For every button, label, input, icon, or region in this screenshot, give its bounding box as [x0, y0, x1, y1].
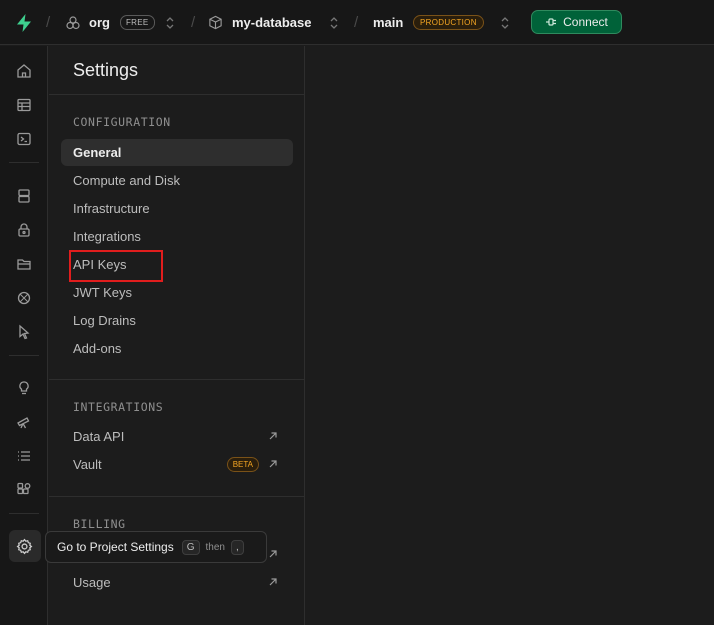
org-switcher-chevron-icon[interactable]	[165, 0, 175, 45]
nav-item-integrations[interactable]: Integrations	[61, 223, 293, 250]
nav-item-jwt-keys[interactable]: JWT Keys	[61, 279, 293, 306]
edge-functions-icon[interactable]	[13, 287, 35, 309]
settings-icon[interactable]	[13, 535, 35, 557]
sql-editor-icon[interactable]	[13, 128, 35, 150]
external-link-icon	[267, 430, 279, 442]
shortcut-key-comma: ,	[230, 539, 244, 555]
realtime-icon[interactable]	[13, 321, 35, 343]
nav-item-add-ons[interactable]: Add-ons	[61, 335, 293, 362]
org-plan-badge: FREE	[120, 15, 155, 30]
connect-button[interactable]: Connect	[531, 10, 622, 34]
top-bar: / org FREE / my-database / main PRODUCTI…	[0, 0, 714, 45]
nav-item-general[interactable]: General	[61, 139, 293, 166]
breadcrumb-separator: /	[191, 14, 196, 31]
table-editor-icon[interactable]	[13, 94, 35, 116]
branch-env-badge: PRODUCTION	[413, 15, 484, 30]
external-link-icon	[267, 576, 279, 588]
home-icon[interactable]	[13, 60, 35, 82]
shortcut-then: then	[205, 541, 225, 553]
left-navigation-rail	[0, 46, 48, 625]
plug-icon	[545, 17, 557, 27]
billing-heading: BILLING	[73, 517, 126, 531]
nav-item-log-drains[interactable]: Log Drains	[61, 307, 293, 334]
auth-icon[interactable]	[13, 219, 35, 241]
branch-name[interactable]: main	[373, 0, 403, 45]
tooltip-text: Go to Project Settings	[57, 540, 174, 554]
nav-item-label: Vault	[73, 457, 102, 472]
shortcut-key-g: G	[181, 539, 200, 555]
nav-item-infrastructure[interactable]: Infrastructure	[61, 195, 293, 222]
nav-item-vault[interactable]: Vault BETA	[61, 451, 293, 478]
nav-item-usage[interactable]: Usage	[61, 569, 293, 596]
org-icon	[65, 0, 81, 45]
nav-item-label: Usage	[73, 575, 111, 590]
nav-item-compute-and-disk[interactable]: Compute and Disk	[61, 167, 293, 194]
project-switcher-chevron-icon[interactable]	[329, 0, 339, 45]
supabase-logo-icon[interactable]	[14, 0, 34, 45]
nav-item-data-api[interactable]: Data API	[61, 423, 293, 450]
page-title: Settings	[73, 60, 139, 80]
project-name[interactable]: my-database	[232, 0, 311, 45]
external-link-icon	[267, 458, 279, 470]
api-keys-highlight-box	[69, 250, 163, 282]
storage-icon[interactable]	[13, 253, 35, 275]
observability-icon[interactable]	[13, 411, 35, 433]
integrations-heading: INTEGRATIONS	[73, 400, 164, 414]
org-name[interactable]: org	[89, 0, 110, 45]
configuration-heading: CONFIGURATION	[73, 115, 171, 129]
breadcrumb-separator: /	[46, 14, 51, 31]
nav-item-label: Data API	[73, 429, 125, 444]
branch-switcher-chevron-icon[interactable]	[500, 0, 510, 45]
project-box-icon	[208, 0, 223, 45]
connect-label: Connect	[563, 15, 608, 29]
settings-tooltip: Go to Project Settings G then ,	[45, 531, 267, 563]
advisors-icon[interactable]	[13, 377, 35, 399]
logs-icon[interactable]	[13, 445, 35, 467]
main-content-area	[306, 46, 714, 625]
integrations-icon[interactable]	[13, 479, 35, 501]
external-link-icon	[267, 548, 279, 560]
breadcrumb-separator: /	[354, 14, 359, 31]
database-icon[interactable]	[13, 185, 35, 207]
beta-badge: BETA	[226, 457, 259, 472]
